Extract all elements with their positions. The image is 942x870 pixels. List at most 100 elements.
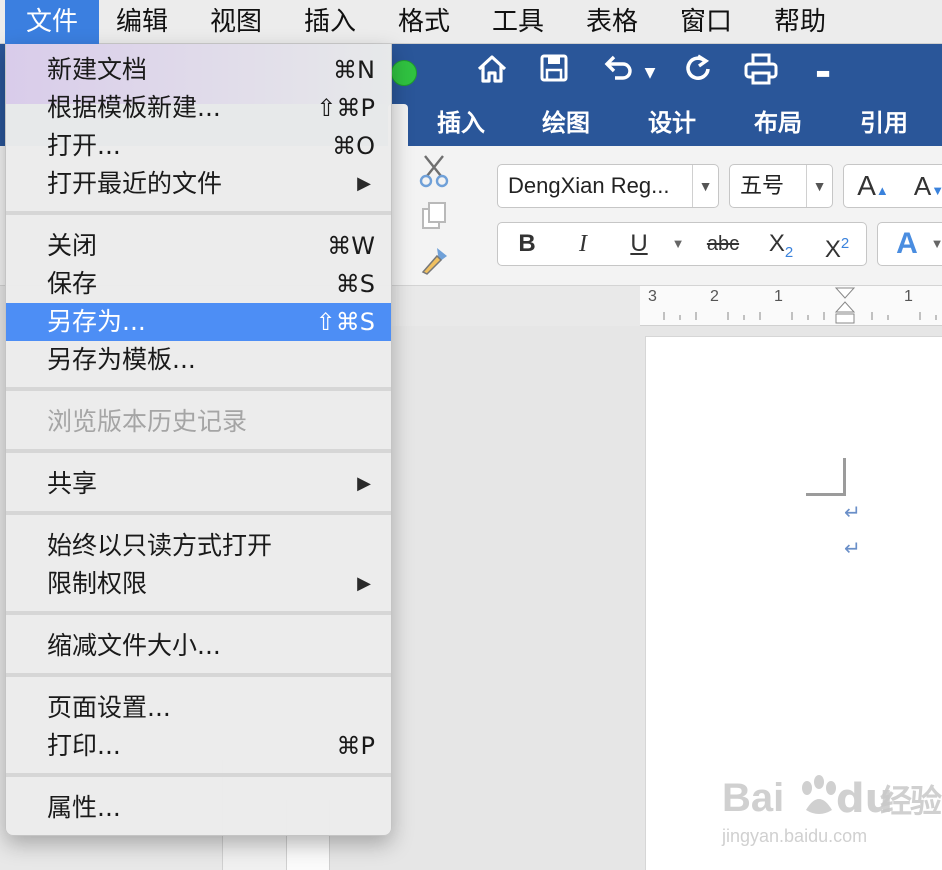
text-effects-group: A ▼ — [877, 222, 942, 266]
chevron-down-icon[interactable]: ▼ — [692, 165, 718, 207]
menu-item-page-setup[interactable]: 页面设置... — [6, 689, 391, 727]
menu-item-print[interactable]: 打印... ⌘P — [6, 727, 391, 765]
menu-item-save-as[interactable]: 另存为... ⇧⌘S — [6, 303, 391, 341]
menu-item-label: 缩减文件大小... — [47, 631, 221, 660]
customize-toolbar-icon[interactable]: ▬ — [808, 52, 838, 94]
menu-item-close[interactable]: 关闭 ⌘W — [6, 227, 391, 265]
tab-insert[interactable]: 插入 — [437, 100, 485, 146]
menu-item-reduce-file-size[interactable]: 缩减文件大小... — [6, 627, 391, 665]
chevron-down-icon[interactable]: ▼ — [806, 165, 832, 207]
menu-separator — [6, 387, 391, 391]
menu-item-open[interactable]: 打开... ⌘O — [6, 127, 391, 165]
menu-tools[interactable]: 工具 — [476, 0, 560, 44]
file-menu-dropdown: 新建文档 ⌘N 根据模板新建... ⇧⌘P 打开... ⌘O 打开最近的文件 ▶… — [5, 44, 392, 836]
tab-references[interactable]: 引用 — [860, 100, 908, 146]
home-icon[interactable] — [472, 52, 512, 94]
menu-item-label: 新建文档 — [47, 55, 148, 84]
tab-draw[interactable]: 绘图 — [542, 100, 590, 146]
menu-item-browse-version-history: 浏览版本历史记录 — [6, 403, 391, 441]
paragraph-mark-icon: ↵ — [844, 536, 861, 560]
redo-icon[interactable] — [678, 52, 718, 94]
bold-button[interactable]: B — [504, 223, 550, 265]
menu-item-label: 页面设置... — [47, 693, 171, 722]
menu-format[interactable]: 格式 — [382, 0, 466, 44]
shrink-font-button[interactable]: A▼ — [904, 165, 942, 207]
page-margin-corner — [806, 458, 846, 496]
menu-insert[interactable]: 插入 — [288, 0, 372, 44]
submenu-arrow-icon: ▶ — [357, 473, 371, 494]
menu-item-label: 限制权限 — [47, 569, 148, 598]
menu-item-label: 另存为模板... — [47, 345, 196, 374]
menu-item-save[interactable]: 保存 ⌘S — [6, 265, 391, 303]
watermark-brand: Bai — [722, 776, 785, 820]
chevron-down-icon[interactable]: ▼ — [928, 223, 942, 265]
menu-item-shortcut: ⌘N — [333, 56, 375, 84]
menu-item-shortcut: ⌘W — [327, 232, 375, 260]
indent-marker-icon[interactable] — [834, 286, 856, 326]
format-painter-icon[interactable] — [414, 244, 454, 286]
grow-font-button[interactable]: A▲ — [848, 165, 898, 207]
menu-item-label: 浏览版本历史记录 — [47, 407, 248, 436]
copy-icon[interactable] — [414, 200, 454, 240]
font-size-combo[interactable]: 五号 ▼ — [729, 164, 833, 208]
chevron-down-icon[interactable]: ▼ — [668, 223, 688, 265]
menu-item-shortcut: ⇧⌘P — [316, 94, 375, 122]
menu-item-shortcut: ⌘P — [336, 732, 375, 760]
save-icon[interactable] — [534, 52, 574, 94]
font-name-combo[interactable]: DengXian Reg... ▼ — [497, 164, 719, 208]
submenu-arrow-icon: ▶ — [357, 573, 371, 594]
menu-item-label: 保存 — [47, 269, 98, 298]
menu-edit[interactable]: 编辑 — [100, 0, 184, 44]
underline-button[interactable]: U — [616, 223, 662, 265]
menu-bar: 文件 编辑 视图 插入 格式 工具 表格 窗口 帮助 — [0, 0, 942, 44]
paw-icon — [802, 775, 836, 814]
menu-file[interactable]: 文件 — [5, 0, 99, 44]
menu-help[interactable]: 帮助 — [758, 0, 842, 44]
menu-item-label: 始终以只读方式打开 — [47, 531, 273, 560]
superscript-button[interactable]: X2 — [812, 223, 862, 265]
watermark-product: 经验 — [880, 782, 942, 820]
menu-item-label: 共享 — [47, 469, 98, 498]
menu-item-restrict-permissions[interactable]: 限制权限 ▶ — [6, 565, 391, 603]
font-style-group: B I U ▼ abc X2 X2 — [497, 222, 867, 266]
tab-layout[interactable]: 布局 — [754, 100, 802, 146]
menu-separator — [6, 211, 391, 215]
ruler-label: 3 — [648, 288, 657, 305]
menu-item-always-open-read-only[interactable]: 始终以只读方式打开 — [6, 527, 391, 565]
font-name-value: DengXian Reg... — [508, 173, 670, 198]
undo-dropdown-icon[interactable]: ▼ — [642, 52, 658, 94]
menu-view[interactable]: 视图 — [194, 0, 278, 44]
menu-item-new-document[interactable]: 新建文档 ⌘N — [6, 51, 391, 89]
menu-item-label: 属性... — [47, 793, 121, 822]
menu-separator — [6, 611, 391, 615]
menu-item-label: 另存为... — [47, 307, 146, 336]
undo-icon[interactable] — [598, 52, 638, 94]
ruler-label: 1 — [774, 288, 783, 305]
subscript-button[interactable]: X2 — [756, 223, 806, 265]
strikethrough-button[interactable]: abc — [696, 223, 750, 265]
menu-item-properties[interactable]: 属性... — [6, 789, 391, 827]
menu-item-shortcut: ⌘S — [335, 270, 375, 298]
italic-button[interactable]: I — [560, 223, 606, 265]
menu-item-label: 打开... — [47, 131, 121, 160]
menu-item-share[interactable]: 共享 ▶ — [6, 465, 391, 503]
print-icon[interactable] — [740, 52, 782, 94]
menu-item-label: 打开最近的文件 — [47, 169, 223, 198]
menu-table[interactable]: 表格 — [570, 0, 654, 44]
horizontal-ruler[interactable]: 3 2 1 1 — [640, 286, 942, 326]
paragraph-mark-icon: ↵ — [844, 500, 861, 524]
font-size-value: 五号 — [740, 173, 785, 198]
menu-item-save-as-template[interactable]: 另存为模板... — [6, 341, 391, 379]
menu-item-new-from-template[interactable]: 根据模板新建... ⇧⌘P — [6, 89, 391, 127]
font-grow-shrink-group: A▲ A▼ — [843, 164, 942, 208]
tab-design[interactable]: 设计 — [648, 100, 696, 146]
menu-separator — [6, 773, 391, 777]
menu-item-open-recent[interactable]: 打开最近的文件 ▶ — [6, 165, 391, 203]
text-effect-button[interactable]: A — [884, 223, 930, 265]
submenu-arrow-icon: ▶ — [357, 173, 371, 194]
menu-item-label: 打印... — [47, 731, 121, 760]
menu-window[interactable]: 窗口 — [664, 0, 748, 44]
ruler-label: 2 — [710, 288, 719, 305]
cut-icon[interactable] — [414, 152, 454, 196]
window-zoom-button[interactable] — [391, 60, 417, 86]
